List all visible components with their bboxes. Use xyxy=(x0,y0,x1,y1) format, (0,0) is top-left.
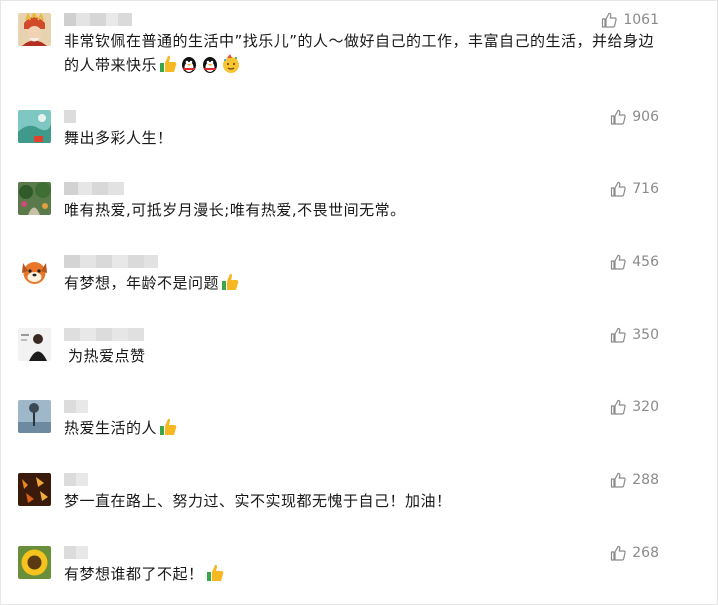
party-face-emoji xyxy=(221,54,241,74)
like-count: 456 xyxy=(632,254,659,270)
nickname-blurred xyxy=(64,182,124,195)
thumbs-up-emoji xyxy=(158,417,178,437)
nickname-blurred xyxy=(64,255,158,268)
thumbs-up-emoji xyxy=(220,272,240,292)
nickname-blurred xyxy=(64,546,88,559)
like-button[interactable]: 1061 xyxy=(601,11,659,29)
thumbs-up-icon[interactable] xyxy=(610,545,626,561)
like-count: 350 xyxy=(632,327,659,343)
like-button[interactable]: 906 xyxy=(610,108,659,126)
garden-avatar[interactable] xyxy=(18,182,51,215)
monk-avatar[interactable] xyxy=(18,13,51,46)
comment-text: 有梦想，年龄不是问题 xyxy=(64,271,664,295)
thumbs-up-icon[interactable] xyxy=(610,181,626,197)
like-count: 1061 xyxy=(623,12,659,28)
thumbs-up-emoji xyxy=(205,563,225,583)
comment-text: 梦一直在路上、努力过、实不实现都无愧于自己！加油！ xyxy=(64,492,452,510)
like-count: 288 xyxy=(632,472,659,488)
comment-text: 唯有热爱,可抵岁月漫长;唯有热爱,不畏世间无常。 xyxy=(64,201,406,219)
thumbs-up-icon[interactable] xyxy=(610,109,626,125)
nickname-blurred xyxy=(64,110,76,123)
nickname-blurred xyxy=(64,13,132,26)
like-button[interactable]: 268 xyxy=(610,544,659,562)
landscape-avatar[interactable] xyxy=(18,110,51,143)
comment-text: 热爱生活的人 xyxy=(64,416,664,440)
comment-text: 舞出多彩人生！ xyxy=(64,129,173,147)
penguin-emoji xyxy=(179,54,199,74)
thumbs-up-icon[interactable] xyxy=(601,12,618,28)
like-button[interactable]: 350 xyxy=(610,326,659,344)
nickname-blurred xyxy=(64,400,88,413)
thumbs-up-emoji xyxy=(158,54,178,74)
comment-text: 非常钦佩在普通的生活中”找乐儿”的人～做好自己的工作，丰富自己的生活，并给身边的… xyxy=(64,32,655,74)
thumbs-up-icon[interactable] xyxy=(610,254,626,270)
cartoon-dog-avatar[interactable] xyxy=(18,255,51,288)
like-count: 716 xyxy=(632,181,659,197)
thumbs-up-icon[interactable] xyxy=(610,472,626,488)
like-button[interactable]: 288 xyxy=(610,471,659,489)
like-button[interactable]: 320 xyxy=(610,398,659,416)
comment-text: 为热爱点赞 xyxy=(68,347,146,365)
thumbs-up-icon[interactable] xyxy=(610,327,626,343)
sunflower-avatar[interactable] xyxy=(18,546,51,579)
autumn-leaves-avatar[interactable] xyxy=(18,473,51,506)
like-button[interactable]: 456 xyxy=(610,253,659,271)
portrait-avatar[interactable] xyxy=(18,328,51,361)
like-count: 906 xyxy=(632,109,659,125)
like-count: 320 xyxy=(632,399,659,415)
tree-avatar[interactable] xyxy=(18,400,51,433)
comment-list: 非常钦佩在普通的生活中”找乐儿”的人～做好自己的工作，丰富自己的生活，并给身边的… xyxy=(0,0,718,605)
penguin-emoji xyxy=(200,54,220,74)
thumbs-up-icon[interactable] xyxy=(610,399,626,415)
like-count: 268 xyxy=(632,545,659,561)
comment-text: 有梦想谁都了不起！ xyxy=(64,562,664,586)
nickname-blurred xyxy=(64,328,144,341)
like-button[interactable]: 716 xyxy=(610,180,659,198)
nickname-blurred xyxy=(64,473,88,486)
